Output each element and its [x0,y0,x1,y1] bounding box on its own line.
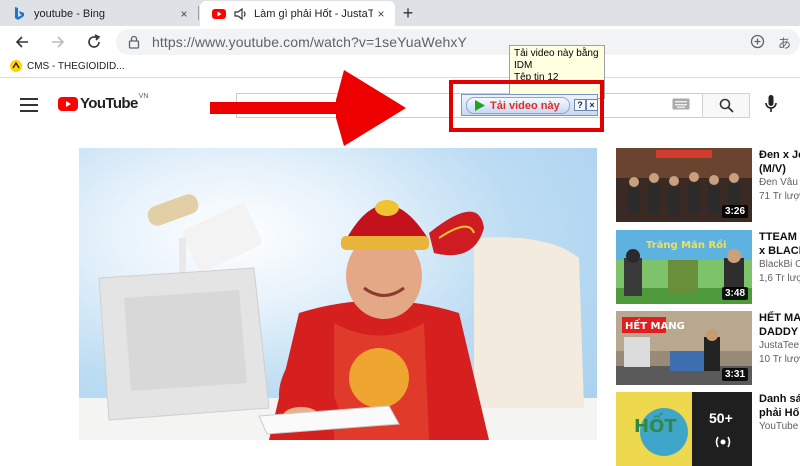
recommendation-title[interactable]: Đen x Je [759,148,800,162]
recommendation-item[interactable]: 3:26 Đen x Je (M/V) Đen Vâu 71 Tr lượ [616,148,800,222]
view-count: 1,6 Tr lượ [759,273,800,284]
forward-button[interactable] [46,30,70,54]
close-tab-icon[interactable]: × [373,7,389,21]
youtube-logo[interactable]: YouTube VN [58,93,149,112]
back-button[interactable] [10,30,34,54]
playlist-count: 50+ [709,410,733,426]
keyboard-icon[interactable] [672,97,690,115]
search-button[interactable] [702,93,750,118]
duration-badge: 3:48 [721,287,748,300]
bookmark-favicon-icon [10,60,22,72]
tab-title: Làm gì phải Hốt - JustaTee x [254,7,373,20]
highlight-box [449,80,604,132]
tab-strip: youtube - Bing × Làm gì phải Hốt - Justa… [0,0,800,26]
playlist-thumbnail[interactable]: HỐT 50+ [616,392,752,466]
duration-badge: 3:26 [721,205,748,218]
playlist-title-cont[interactable]: phải Hố [759,406,800,420]
lock-icon[interactable] [128,35,140,54]
idm-tooltip-line: IDM [514,60,533,71]
bookmark-cms[interactable]: CMS - THEGIOIDID... [10,60,125,72]
hamburger-menu-icon[interactable] [20,98,38,117]
playlist-item[interactable]: HỐT 50+ Danh sá phải Hố YouTube [616,392,800,466]
add-favorite-icon[interactable] [750,34,765,54]
address-bar[interactable]: https://www.youtube.com/watch?v=1seYuaWe… [116,29,800,55]
channel-name[interactable]: BlackBi C [759,258,800,272]
bing-icon [12,6,26,21]
view-count: 10 Tr lượ [759,354,800,365]
forward-arrow-icon [52,36,65,48]
video-thumbnail[interactable]: 3:26 [616,148,752,222]
video-frame [79,194,597,440]
youtube-logo-text: YouTube [80,95,138,112]
back-arrow-icon [15,36,28,48]
region-code: VN [138,93,149,100]
recommendation-title[interactable]: TTEAM [759,230,800,244]
idm-tooltip-line: Tải video này bằng [514,48,599,59]
tab-bing[interactable]: youtube - Bing × [0,1,198,26]
playlist-mix-icon [714,434,732,455]
youtube-logo-icon [58,96,78,111]
channel-name[interactable]: JustaTee [759,339,800,353]
channel-name[interactable]: YouTube [759,420,800,434]
read-aloud-icon[interactable]: あ [778,33,791,52]
reload-button[interactable] [82,30,106,54]
recommendation-title-cont[interactable]: (M/V) [759,162,800,176]
playlist-title[interactable]: Danh sá [759,392,800,406]
tab-title: youtube - Bing [34,7,105,20]
url-text[interactable]: https://www.youtube.com/watch?v=1seYuaWe… [152,34,467,50]
svg-text:Trăng Mãn Rồi: Trăng Mãn Rồi [646,238,726,251]
youtube-favicon [212,7,226,21]
video-thumbnail[interactable]: Trăng Mãn Rồi 3:48 [616,230,752,304]
recommendation-title[interactable]: HẾT MA [759,311,800,325]
microphone-icon[interactable] [765,95,777,118]
speaker-icon[interactable] [234,7,248,20]
video-player[interactable] [79,148,597,440]
view-count: 71 Tr lượ [759,191,800,202]
channel-name[interactable]: Đen Vâu [759,176,800,190]
recommendation-title-cont[interactable]: x BLACK [759,244,800,258]
tab-youtube[interactable]: Làm gì phải Hốt - JustaTee x × [200,1,395,26]
close-tab-icon[interactable]: × [176,7,192,21]
search-icon [719,98,734,113]
tab-divider [198,6,199,20]
recommendation-item[interactable]: HẾT MANG 3:31 HẾT MA DADDY JustaTee 10 T… [616,311,800,385]
reload-icon [88,34,101,48]
video-thumbnail[interactable]: HẾT MANG 3:31 [616,311,752,385]
recommendation-item[interactable]: Trăng Mãn Rồi 3:48 TTEAM x BLACK BlackBi… [616,230,800,304]
new-tab-button[interactable]: + [398,3,418,23]
duration-badge: 3:31 [721,368,748,381]
browser-toolbar: https://www.youtube.com/watch?v=1seYuaWe… [0,26,800,58]
recommendation-title-cont[interactable]: DADDY [759,325,800,339]
annotation-arrow-icon [210,70,406,146]
svg-text:HỐT: HỐT [634,413,677,437]
bookmark-label: CMS - THEGIOIDID... [27,60,125,72]
